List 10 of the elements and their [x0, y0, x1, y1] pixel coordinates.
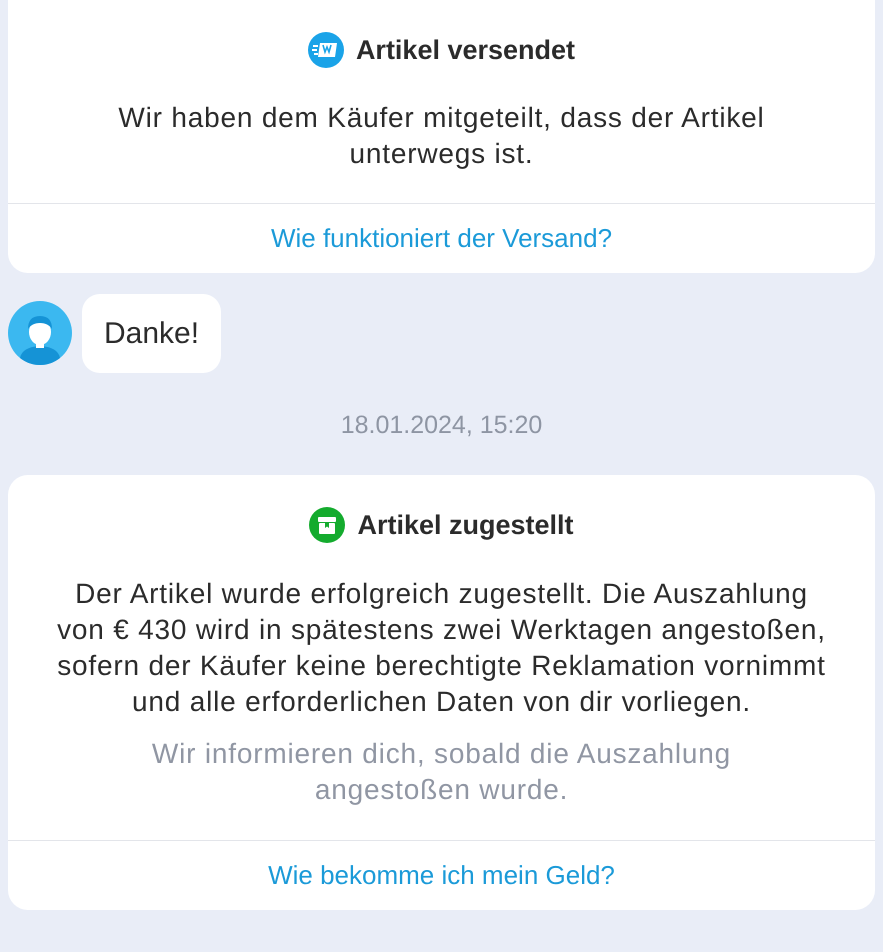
card-text: Wir haben dem Käufer mitgeteilt, dass der Artikel unterwegs ist. — [117, 100, 766, 171]
help-link[interactable]: Wie funktioniert der Versand? — [270, 218, 612, 258]
help-link[interactable]: Wie bekomme ich mein Geld? — [268, 856, 615, 894]
timestamp: 18.01.2024, 15:20 — [340, 410, 542, 440]
avatar-icon — [8, 301, 72, 365]
message-bubble: Danke! — [82, 294, 222, 372]
card-text: Der Artikel wurde erfolgreich zugestellt. Die Auszahlung von € 430 wird in spätestens zwei Werktagen angestoßen, sofern der Käufer keine berechtigte Reklamation vornimmt und alle erforderlichen Daten von dir vorliegen. — [56, 576, 827, 719]
card-title: Artikel zugestellt — [357, 509, 574, 542]
card-title: Artikel versendet — [356, 34, 576, 67]
card-note: Wir informieren dich, sobald die Auszahlung angestoßen wurde. — [150, 736, 732, 807]
